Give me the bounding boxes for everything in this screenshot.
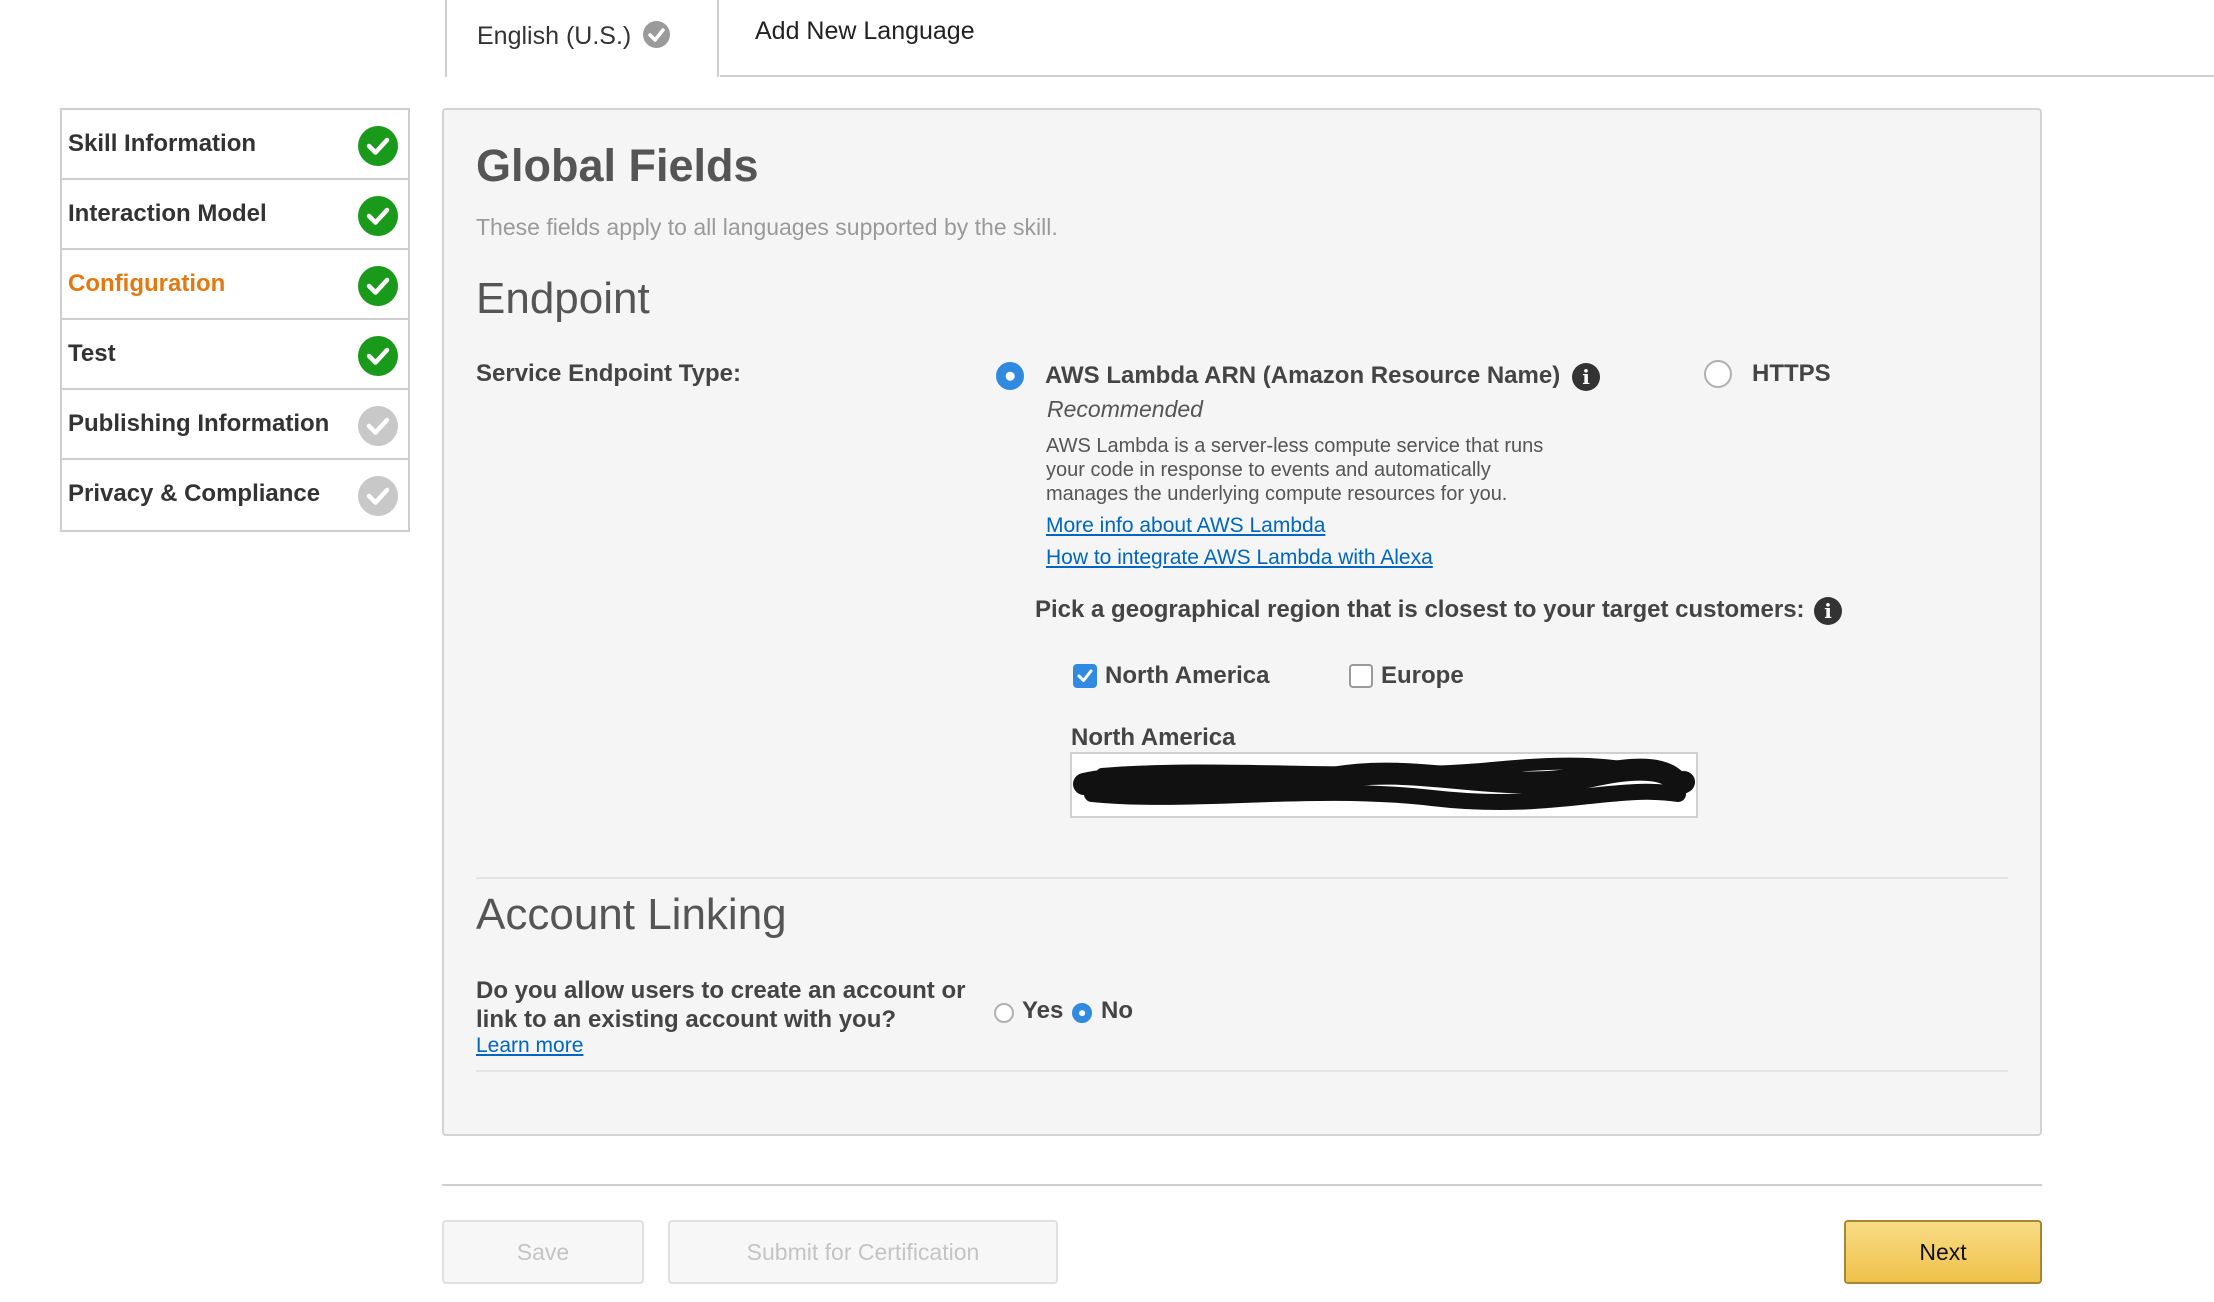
integrate-lambda-alexa-link[interactable]: How to integrate AWS Lambda with Alexa — [1046, 546, 1433, 570]
europe-label[interactable]: Europe — [1381, 662, 1464, 690]
sidebar-item-label: Publishing Information — [68, 410, 330, 437]
sidebar-item-privacy-compliance[interactable]: Privacy & Compliance — [62, 460, 408, 530]
check-icon — [358, 126, 398, 166]
learn-more-link[interactable]: Learn more — [476, 1034, 583, 1058]
sidebar-item-interaction-model[interactable]: Interaction Model — [62, 180, 408, 250]
section-divider — [476, 877, 2008, 879]
account-linking-heading: Account Linking — [476, 890, 787, 939]
info-icon[interactable]: i — [1814, 597, 1842, 625]
no-label[interactable]: No — [1101, 997, 1133, 1025]
save-button[interactable]: Save — [442, 1220, 644, 1284]
sidebar-item-skill-information[interactable]: Skill Information — [62, 110, 408, 180]
europe-checkbox[interactable] — [1349, 664, 1373, 688]
tab-english-us[interactable]: English (U.S.) — [445, 0, 719, 77]
sidebar-item-label: Configuration — [68, 270, 226, 297]
tab-english-us-label: English (U.S.) — [477, 22, 632, 50]
north-america-field-label: North America — [1071, 724, 1236, 751]
sidebar-item-label: Privacy & Compliance — [68, 480, 321, 507]
account-linking-yes-radio[interactable] — [994, 1003, 1014, 1023]
sidebar-item-publishing-information[interactable]: Publishing Information — [62, 390, 408, 460]
north-america-label[interactable]: North America — [1105, 662, 1269, 690]
check-icon — [358, 336, 398, 376]
account-linking-question: Do you allow users to create an account … — [476, 976, 965, 1034]
sidebar-item-test[interactable]: Test — [62, 320, 408, 390]
account-linking-no-radio[interactable] — [1072, 1003, 1092, 1023]
description-line: manages the underlying compute resources… — [1046, 483, 1508, 505]
check-icon — [358, 406, 398, 446]
description-line: AWS Lambda is a server-less compute serv… — [1046, 435, 1544, 457]
check-icon — [358, 476, 398, 516]
sidebar-nav: Skill Information Interaction Model Conf… — [60, 108, 410, 532]
north-america-endpoint-input[interactable] — [1070, 752, 1698, 818]
tab-add-new-language[interactable]: Add New Language — [755, 17, 975, 46]
section-divider — [476, 1070, 2008, 1072]
endpoint-heading: Endpoint — [476, 274, 650, 323]
description-line: your code in response to events and auto… — [1046, 459, 1491, 481]
sidebar-item-label: Test — [68, 340, 116, 367]
sidebar-item-label: Skill Information — [68, 130, 257, 157]
redaction-scribble — [1073, 757, 1695, 810]
https-radio[interactable] — [1704, 360, 1732, 388]
info-icon[interactable]: i — [1572, 363, 1600, 391]
check-icon — [643, 21, 670, 48]
page-subtitle: These fields apply to all languages supp… — [476, 214, 1058, 240]
check-icon — [358, 196, 398, 236]
check-icon — [358, 266, 398, 306]
lambda-option-label[interactable]: AWS Lambda ARN (Amazon Resource Name) — [1045, 362, 1560, 390]
sidebar-item-configuration[interactable]: Configuration — [62, 250, 408, 320]
sidebar-item-label: Interaction Model — [68, 200, 267, 227]
yes-label[interactable]: Yes — [1022, 997, 1063, 1025]
next-button[interactable]: Next — [1844, 1220, 2042, 1284]
north-america-checkbox[interactable] — [1073, 664, 1097, 688]
more-info-lambda-link[interactable]: More info about AWS Lambda — [1046, 514, 1325, 538]
region-prompt: Pick a geographical region that is close… — [1035, 596, 1805, 623]
recommended-label: Recommended — [1047, 396, 1203, 422]
https-option-label[interactable]: HTTPS — [1752, 360, 1831, 388]
question-line: link to an existing account with you? — [476, 1006, 897, 1033]
page-title: Global Fields — [476, 140, 759, 191]
footer-divider — [442, 1184, 2042, 1186]
question-line: Do you allow users to create an account … — [476, 977, 966, 1004]
service-endpoint-type-label: Service Endpoint Type: — [476, 360, 741, 387]
submit-for-certification-button[interactable]: Submit for Certification — [668, 1220, 1058, 1284]
lambda-radio[interactable] — [996, 362, 1024, 390]
lambda-description: AWS Lambda is a server-less compute serv… — [1046, 434, 1606, 506]
tab-bar-divider — [720, 75, 2214, 77]
